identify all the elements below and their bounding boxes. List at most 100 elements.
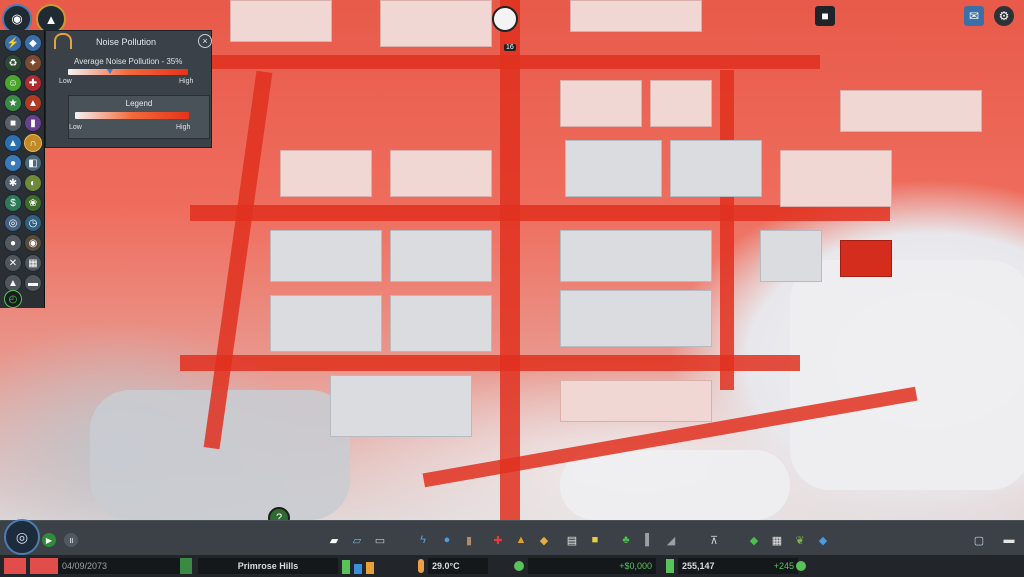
building-block bbox=[560, 80, 642, 127]
snow-field bbox=[560, 450, 790, 520]
maintenance-view-icon[interactable]: ● bbox=[4, 234, 22, 252]
water-view-icon[interactable]: ◆ bbox=[24, 34, 42, 52]
building-block bbox=[565, 140, 662, 197]
milestones-icon[interactable]: ◆ bbox=[816, 533, 830, 547]
garbage-icon[interactable]: ▮ bbox=[462, 533, 476, 547]
transport-icon[interactable]: ■ bbox=[588, 533, 602, 547]
money-view-icon[interactable]: $ bbox=[4, 194, 22, 212]
building-block bbox=[330, 375, 472, 437]
building-block bbox=[560, 380, 712, 422]
alert-bar bbox=[30, 558, 58, 574]
legend-box: Legend Low High bbox=[68, 95, 210, 139]
legend-title: Legend bbox=[125, 99, 153, 108]
garbage-view-icon[interactable]: ♻ bbox=[4, 54, 22, 72]
street bbox=[190, 205, 890, 221]
areas-icon[interactable]: ❦ bbox=[793, 533, 807, 547]
residential-demand-bar bbox=[342, 560, 350, 574]
pollution-view-icon[interactable]: ◐ bbox=[24, 174, 42, 192]
street bbox=[720, 70, 734, 390]
building-block bbox=[390, 230, 492, 282]
pause-button[interactable]: ॥ bbox=[64, 533, 78, 547]
info-view-toolbar: ⚡ ◆ ♻ ✦ ☺ ✚ ★ ▲ ■ ▮ ▲ ∩ ● ◧ ✱ ◐ $ ❀ ◎ ◷ … bbox=[0, 30, 45, 308]
fire-icon[interactable]: ▲ bbox=[514, 533, 528, 547]
date-display: 04/09/2073 bbox=[58, 558, 184, 574]
toolbar-row: ◎ ▶ ॥ ▰ ▱ ▭ ϟ ● ▮ ✚ ▲ ◆ ▤ ■ ♣ ▌ ◢ ⊼ ◆ ▦ … bbox=[0, 519, 1024, 555]
industrial-building bbox=[840, 240, 892, 277]
building-block bbox=[780, 150, 892, 207]
resources-view-icon[interactable]: ❀ bbox=[24, 194, 42, 212]
districts-icon[interactable]: ▭ bbox=[373, 533, 387, 547]
monuments-icon[interactable]: ▌ bbox=[642, 533, 656, 547]
electricity-icon[interactable]: ϟ bbox=[416, 533, 430, 547]
bulldozer-icon[interactable]: ⊼ bbox=[707, 533, 721, 547]
buildings-view-icon[interactable]: ▬ bbox=[24, 274, 42, 292]
roads-icon[interactable]: ▰ bbox=[327, 533, 341, 547]
temperature-display: 29.0°C bbox=[428, 558, 488, 574]
building-block bbox=[270, 230, 382, 282]
play-button[interactable]: ▶ bbox=[42, 533, 56, 547]
street bbox=[500, 0, 520, 520]
money-change: +$0,000 bbox=[528, 558, 656, 574]
building-block bbox=[570, 0, 702, 32]
healthcare-icon[interactable]: ✚ bbox=[491, 533, 505, 547]
happiness-view-icon[interactable]: ☺ bbox=[4, 74, 22, 92]
wind-view-icon[interactable]: ✱ bbox=[4, 174, 22, 192]
police-icon[interactable]: ◆ bbox=[537, 533, 551, 547]
crime-view-icon[interactable]: ✦ bbox=[24, 54, 42, 72]
wonders-icon[interactable]: ◢ bbox=[664, 533, 678, 547]
building-block bbox=[280, 150, 372, 197]
building-block bbox=[560, 290, 712, 347]
building-block bbox=[270, 295, 382, 352]
freecam-icon[interactable]: ▢ bbox=[972, 533, 986, 547]
poi-badge: 16 bbox=[504, 44, 516, 51]
building-block bbox=[840, 90, 982, 132]
chirper-icon[interactable]: ✉ bbox=[964, 6, 984, 26]
entertainment-view-icon[interactable]: ◎ bbox=[4, 214, 22, 232]
average-noise-label: Average Noise Pollution - 35% bbox=[74, 57, 183, 66]
close-button[interactable]: × bbox=[198, 34, 212, 48]
education-view-icon[interactable]: ▲ bbox=[4, 134, 22, 152]
noise-view-icon[interactable]: ∩ bbox=[24, 134, 42, 152]
land-value-view-icon[interactable]: ★ bbox=[4, 94, 22, 112]
city-icon[interactable]: ◎ bbox=[4, 519, 40, 555]
camera-icon[interactable]: ■ bbox=[815, 6, 835, 26]
gear-icon[interactable]: ⚙ bbox=[994, 6, 1014, 26]
building-block bbox=[560, 230, 712, 282]
heating-view-icon[interactable]: ◧ bbox=[24, 154, 42, 172]
electricity-view-icon[interactable]: ⚡ bbox=[4, 34, 22, 52]
fire-view-icon[interactable]: ▲ bbox=[24, 94, 42, 112]
stadium-marker[interactable]: 16 bbox=[490, 6, 518, 51]
building-block bbox=[650, 80, 712, 127]
population-trend-icon bbox=[796, 561, 806, 571]
thermometer-icon bbox=[418, 559, 424, 573]
population-display: 255,147 bbox=[678, 558, 746, 574]
population-icon bbox=[666, 559, 674, 573]
traffic-view-icon[interactable]: ■ bbox=[4, 114, 22, 132]
zoning-icon[interactable]: ▱ bbox=[350, 533, 364, 547]
zoning-view-icon[interactable]: ▦ bbox=[24, 254, 42, 272]
building-block bbox=[390, 295, 492, 352]
policies-icon[interactable]: ▦ bbox=[770, 533, 784, 547]
building-block bbox=[230, 0, 332, 42]
soccer-ball-icon bbox=[492, 6, 518, 32]
time-view-icon[interactable]: ◷ bbox=[24, 214, 42, 232]
parks-icon[interactable]: ♣ bbox=[619, 533, 633, 547]
population-view-icon[interactable]: ● bbox=[4, 154, 22, 172]
tourism-view-icon[interactable]: ◉ bbox=[24, 234, 42, 252]
transport-view-icon[interactable]: ▮ bbox=[24, 114, 42, 132]
menu-toggle-icon[interactable]: ▬ bbox=[1002, 533, 1016, 547]
economy-icon[interactable]: ◆ bbox=[747, 533, 761, 547]
bottom-bar: ◎ ▶ ॥ ▰ ▱ ▭ ϟ ● ▮ ✚ ▲ ◆ ▤ ■ ♣ ▌ ◢ ⊼ ◆ ▦ … bbox=[0, 519, 1024, 577]
legend-gradient bbox=[75, 112, 189, 119]
tools-view-icon[interactable]: ✕ bbox=[4, 254, 22, 272]
average-noise-marker bbox=[107, 69, 113, 74]
education-icon[interactable]: ▤ bbox=[565, 533, 579, 547]
average-noise-bar bbox=[68, 69, 188, 75]
alert-flag bbox=[4, 558, 26, 574]
street bbox=[180, 355, 800, 371]
district-name[interactable]: Primrose Hills bbox=[198, 558, 338, 574]
snow-field bbox=[790, 260, 1024, 490]
water-icon[interactable]: ● bbox=[440, 533, 454, 547]
health-view-icon[interactable]: ✚ bbox=[24, 74, 42, 92]
clock-view-icon[interactable]: ◴ bbox=[4, 290, 22, 308]
